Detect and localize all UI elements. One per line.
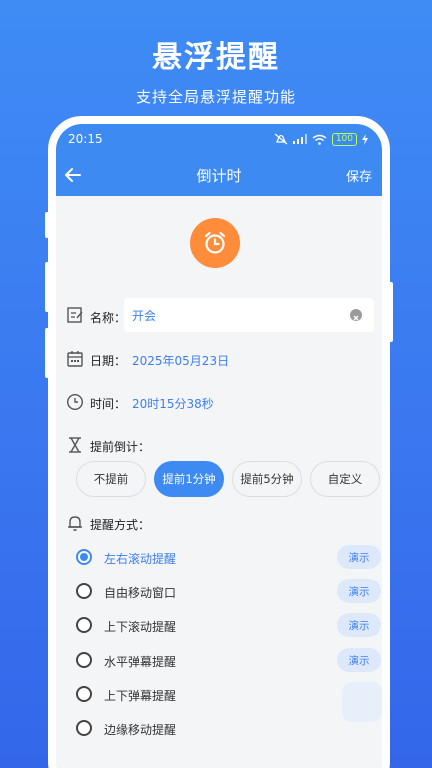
charging-icon bbox=[362, 133, 368, 145]
status-icons: 100 bbox=[274, 132, 368, 146]
method-label: 提醒方式： bbox=[90, 518, 151, 532]
bell-icon bbox=[68, 516, 82, 531]
status-bar: 20:15 100 bbox=[56, 124, 382, 154]
back-arrow-icon[interactable] bbox=[62, 164, 84, 186]
advance-option-custom[interactable]: 自定义 bbox=[310, 461, 380, 497]
time-label: 时间： bbox=[90, 397, 127, 411]
alarm-clock-icon bbox=[204, 231, 226, 254]
name-label: 名称： bbox=[90, 311, 127, 325]
method-option-label: 上下滚动提醒 bbox=[104, 620, 177, 634]
promo-subtitle: 支持全局悬浮提醒功能 bbox=[135, 88, 296, 106]
demo-button[interactable]: 演示 bbox=[337, 613, 381, 637]
method-radio[interactable] bbox=[76, 583, 92, 599]
advance-option-1min[interactable]: 提前1分钟 bbox=[154, 461, 224, 497]
edit-note-icon bbox=[67, 307, 83, 323]
close-icon bbox=[353, 315, 359, 321]
method-option[interactable]: 左右滚动提醒 演示 bbox=[76, 544, 381, 570]
method-radio[interactable] bbox=[76, 652, 92, 668]
phone-frame: 20:15 100 倒计时 保存 名称： 开会 日期： 2025年05月23日 … bbox=[48, 116, 390, 768]
method-radio[interactable] bbox=[76, 720, 92, 736]
alarm-clock-badge bbox=[190, 218, 240, 268]
method-option-label: 左右滚动提醒 bbox=[104, 552, 177, 566]
date-label: 日期： bbox=[90, 354, 127, 368]
method-radio[interactable] bbox=[76, 686, 92, 702]
clock-icon bbox=[66, 393, 84, 411]
demo-button[interactable]: 演示 bbox=[337, 648, 381, 672]
advance-option-none[interactable]: 不提前 bbox=[76, 461, 146, 497]
method-option-label: 上下弹幕提醒 bbox=[104, 689, 177, 703]
hourglass-icon bbox=[69, 437, 81, 453]
method-option[interactable]: 上下弹幕提醒 bbox=[76, 681, 381, 707]
page-title: 倒计时 bbox=[196, 166, 242, 185]
advance-label: 提前倒计： bbox=[90, 440, 151, 454]
promo-title: 悬浮提醒 bbox=[152, 40, 280, 75]
method-option-label: 边缘移动提醒 bbox=[104, 723, 177, 737]
demo-button[interactable]: 演示 bbox=[337, 579, 381, 603]
status-time: 20:15 bbox=[68, 132, 103, 146]
signal-icon bbox=[292, 134, 307, 144]
method-option-label: 水平弹幕提醒 bbox=[104, 655, 177, 669]
name-input[interactable]: 开会 bbox=[124, 298, 374, 332]
save-button[interactable]: 保存 bbox=[346, 166, 372, 185]
wifi-icon bbox=[312, 134, 327, 145]
method-radio[interactable] bbox=[76, 549, 92, 565]
advance-options: 不提前 提前1分钟 提前5分钟 自定义 bbox=[76, 461, 381, 497]
demo-button[interactable]: 演示 bbox=[337, 545, 381, 569]
calendar-icon bbox=[67, 351, 83, 367]
mute-icon bbox=[274, 133, 288, 145]
time-value[interactable]: 20时15分38秒 bbox=[132, 395, 214, 412]
date-value[interactable]: 2025年05月23日 bbox=[132, 352, 229, 369]
app-bar: 倒计时 保存 bbox=[56, 154, 382, 196]
name-value: 开会 bbox=[132, 308, 157, 323]
method-radio[interactable] bbox=[76, 617, 92, 633]
clear-input-icon[interactable] bbox=[350, 309, 362, 321]
advance-option-5min[interactable]: 提前5分钟 bbox=[232, 461, 302, 497]
method-option[interactable]: 边缘移动提醒 bbox=[76, 715, 381, 741]
battery-icon: 100 bbox=[331, 132, 357, 146]
method-option-label: 自由移动窗口 bbox=[104, 586, 177, 600]
method-option[interactable]: 自由移动窗口 演示 bbox=[76, 578, 381, 604]
method-option[interactable]: 水平弹幕提醒 演示 bbox=[76, 647, 381, 673]
method-option[interactable]: 上下滚动提醒 演示 bbox=[76, 612, 381, 638]
